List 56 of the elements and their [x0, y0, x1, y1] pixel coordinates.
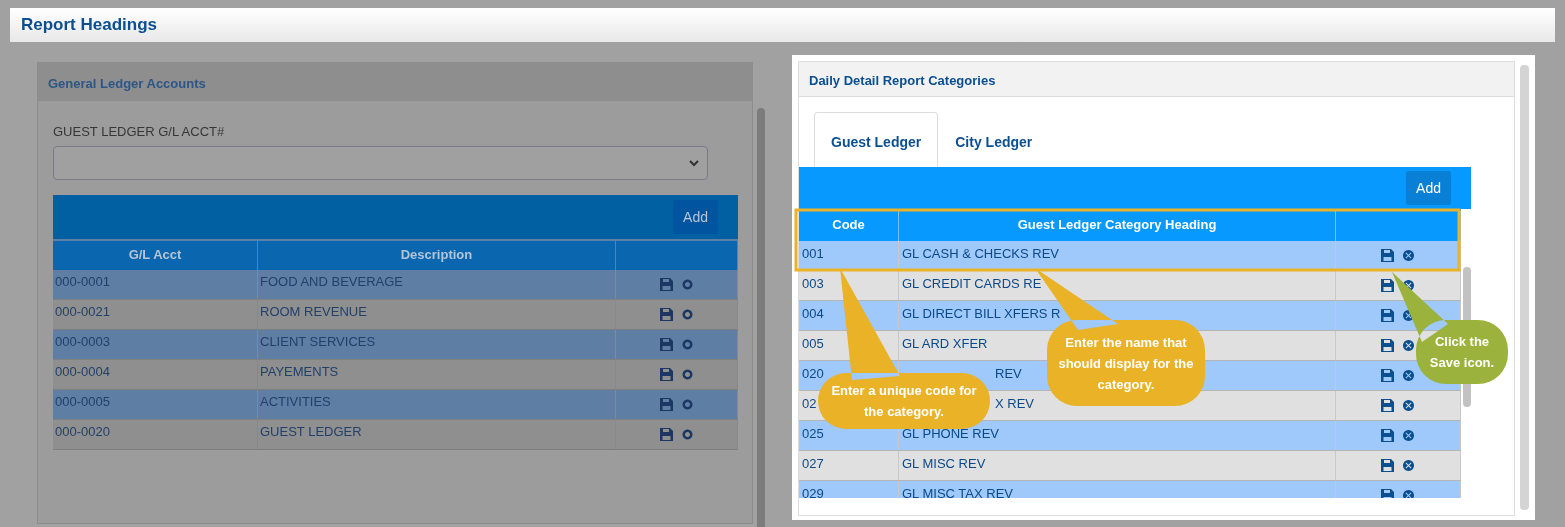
table-cell: ROOM REVENUE	[258, 300, 616, 329]
delete-icon[interactable]	[680, 428, 694, 441]
field-label: GUEST LEDGER G/L ACCT#	[53, 123, 225, 141]
callout-text: Click the Save icon.	[1428, 333, 1496, 372]
delete-icon[interactable]	[1402, 429, 1415, 442]
delete-icon[interactable]	[680, 398, 694, 411]
delete-icon[interactable]	[1402, 369, 1415, 382]
table-cell: ACTIVITIES	[258, 390, 616, 419]
table-cell: GL MISC TAX REV	[899, 481, 1336, 498]
save-icon[interactable]	[659, 398, 673, 411]
table-cell: 029	[799, 481, 899, 498]
table-cell: GUEST LEDGER	[258, 420, 616, 449]
save-icon[interactable]	[1381, 279, 1394, 292]
table-cell: CLIENT SERVICES	[258, 330, 616, 359]
save-icon[interactable]	[1381, 249, 1394, 262]
save-icon[interactable]	[1381, 309, 1394, 322]
delete-icon[interactable]	[1402, 249, 1415, 262]
save-icon[interactable]	[659, 368, 673, 381]
delete-icon[interactable]	[680, 338, 694, 351]
save-icon[interactable]	[659, 338, 673, 351]
delete-icon[interactable]	[680, 278, 694, 291]
table-cell: 027	[799, 451, 899, 480]
table-cell: 000-0020	[53, 420, 258, 449]
add-button[interactable]: Add	[673, 200, 718, 234]
table-cell: 000-0001	[53, 270, 258, 299]
delete-icon[interactable]	[1402, 399, 1415, 412]
table-cell: FOOD AND BEVERAGE	[258, 270, 616, 299]
page-title: Report Headings	[21, 14, 159, 36]
delete-icon[interactable]	[1402, 459, 1415, 472]
save-icon[interactable]	[659, 278, 673, 291]
table-cell: 000-0005	[53, 390, 258, 419]
delete-icon[interactable]	[1402, 339, 1415, 352]
chevron-down-icon	[689, 159, 699, 167]
scrollbar[interactable]	[757, 108, 765, 527]
save-icon[interactable]	[659, 428, 673, 441]
callout-text: Enter the name that should display for the category.	[1057, 333, 1195, 394]
delete-icon[interactable]	[680, 308, 694, 321]
table-cell: PAYEMENTS	[258, 360, 616, 389]
save-icon[interactable]	[1381, 369, 1394, 382]
tab[interactable]: Guest Ledger	[814, 112, 939, 167]
save-icon[interactable]	[1381, 399, 1394, 412]
save-icon[interactable]	[1381, 459, 1394, 472]
table-cell: 000-0004	[53, 360, 258, 389]
table-cell: 000-0021	[53, 300, 258, 329]
save-icon[interactable]	[1381, 429, 1394, 442]
scrollbar[interactable]	[1520, 65, 1529, 510]
save-icon[interactable]	[659, 308, 673, 321]
save-icon[interactable]	[1381, 339, 1394, 352]
delete-icon[interactable]	[680, 368, 694, 381]
table-cell: 000-0003	[53, 330, 258, 359]
table-cell: GL MISC REV	[899, 451, 1336, 480]
add-button[interactable]: Add	[1406, 171, 1451, 205]
table-cell: 001	[799, 241, 899, 270]
panel-title: General Ledger Accounts	[38, 63, 752, 101]
panel-title: Daily Detail Report Categories	[799, 62, 1514, 97]
tab[interactable]: City Ledger	[938, 112, 1050, 167]
